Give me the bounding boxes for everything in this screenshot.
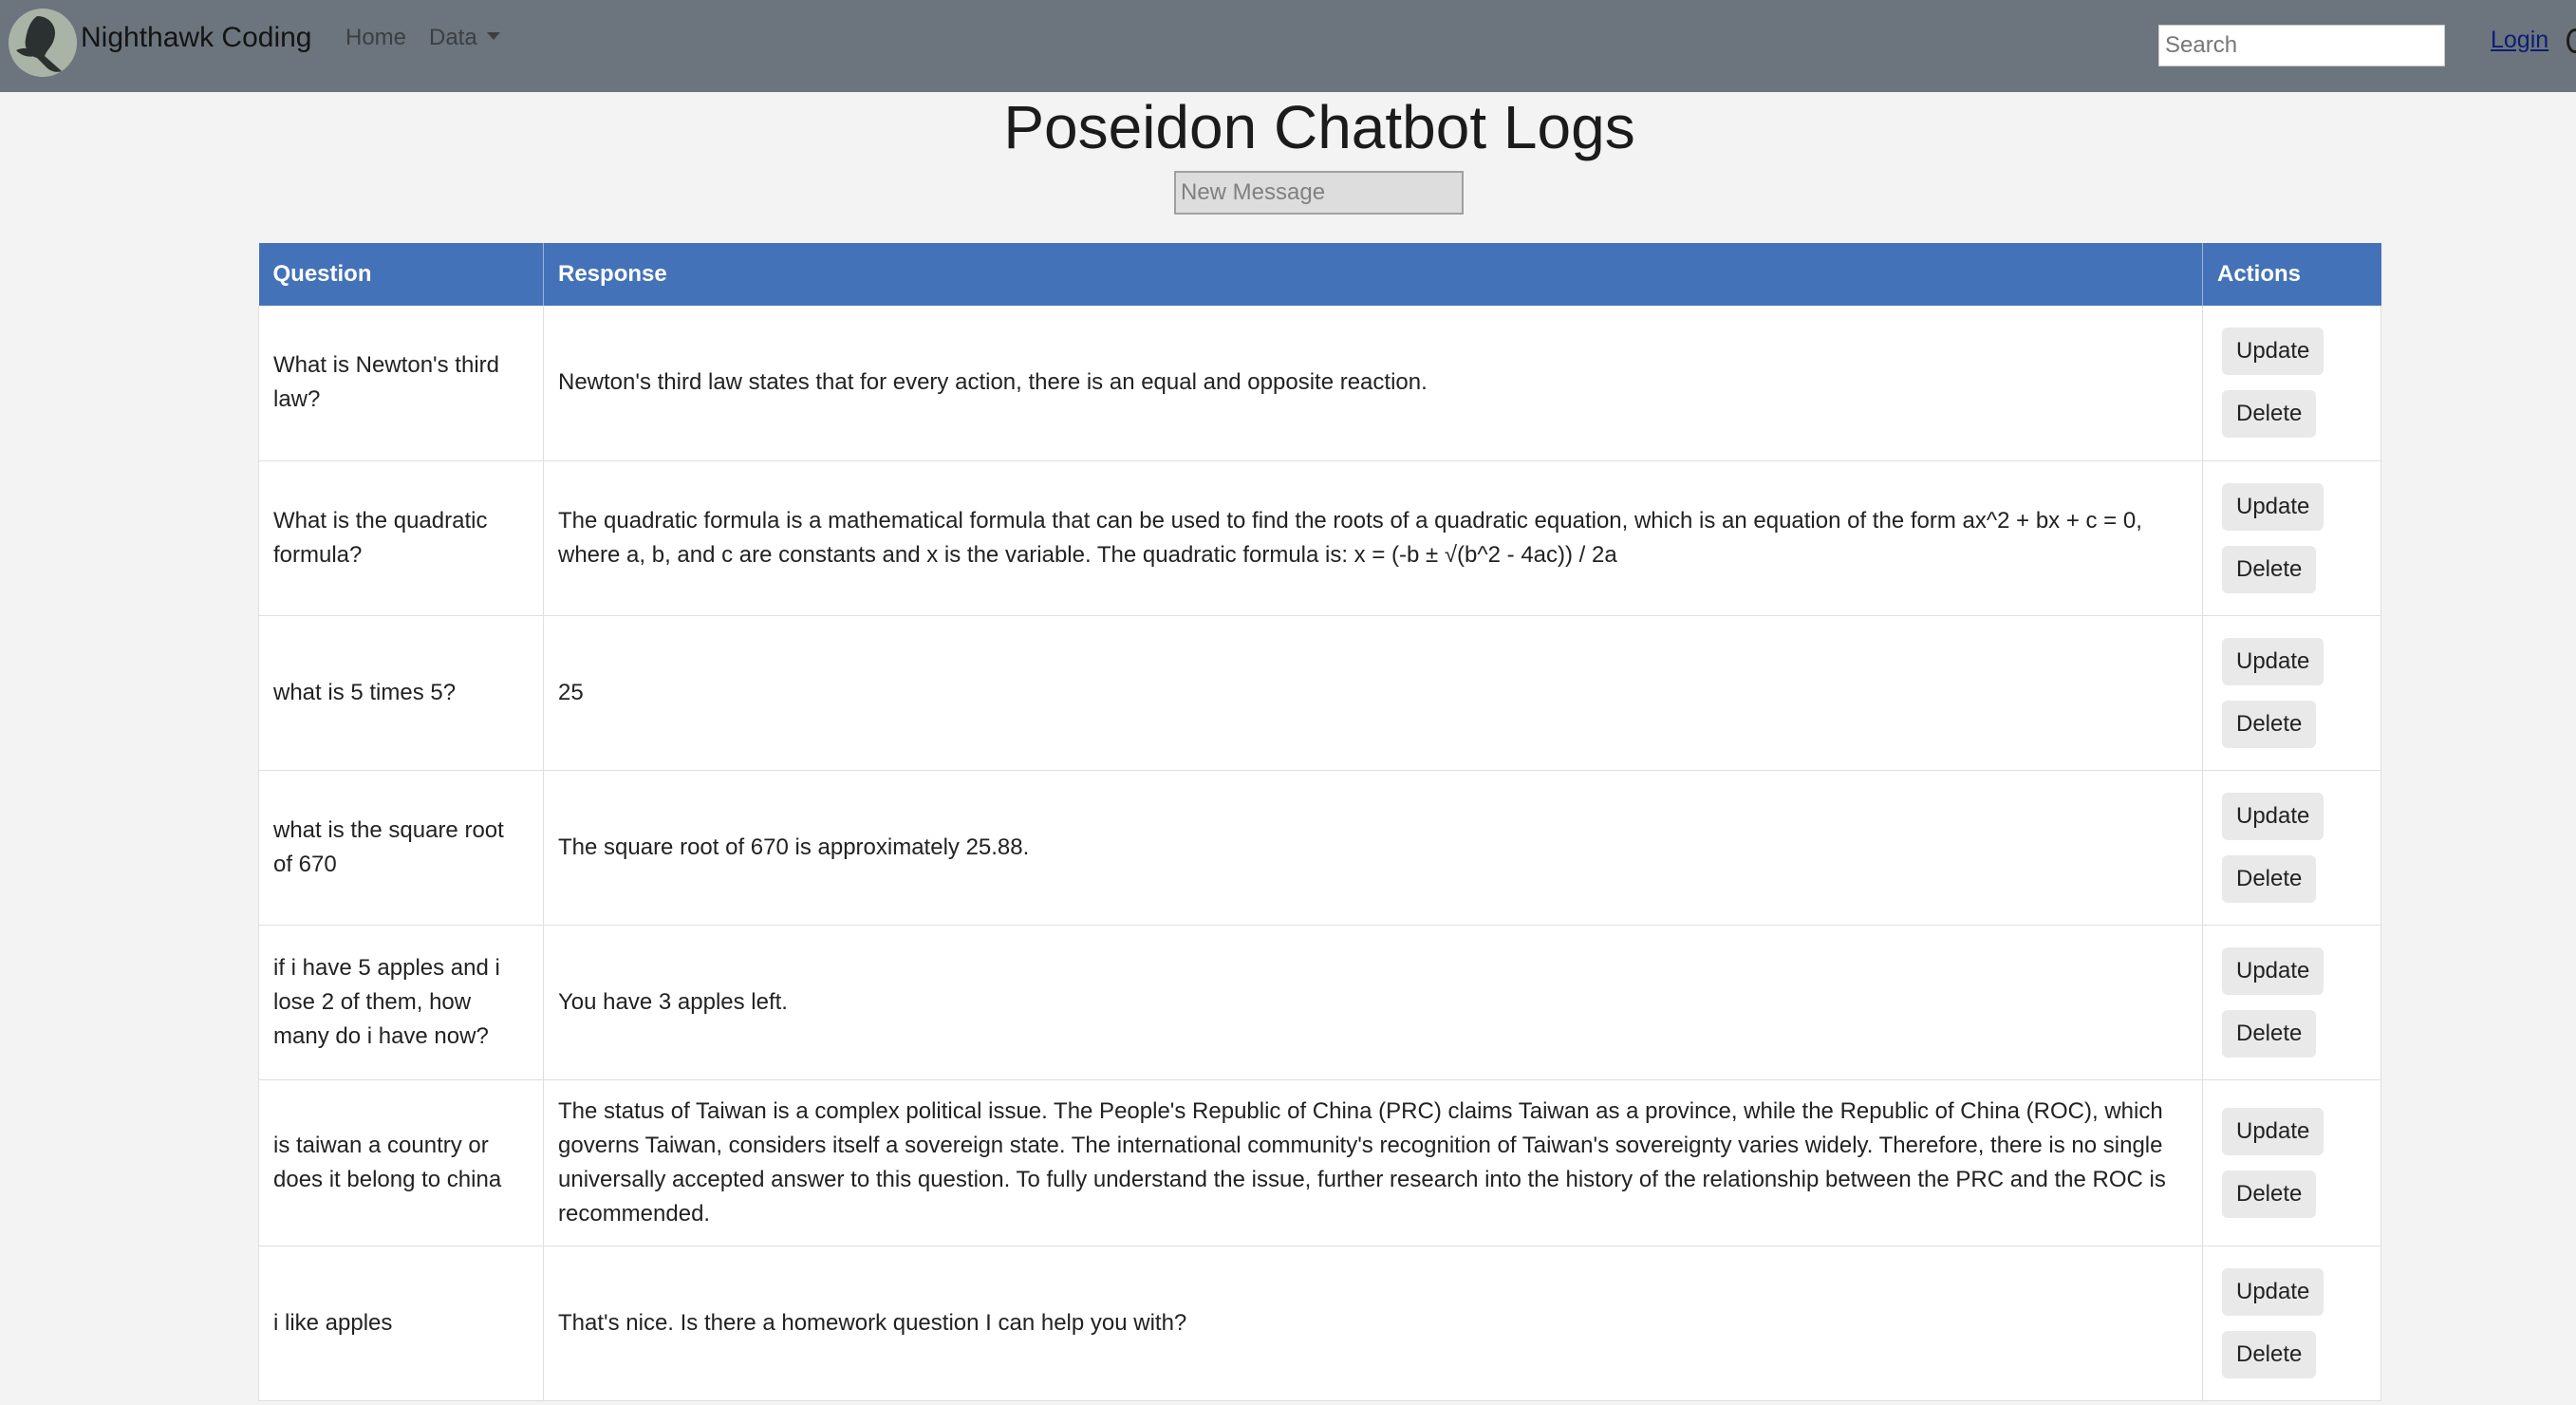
update-button[interactable]: Update: [2222, 637, 2324, 685]
brand-name[interactable]: Nighthawk Coding: [81, 21, 311, 55]
column-header-response: Response: [543, 243, 2203, 306]
actions-cell: Update Delete: [2202, 615, 2381, 771]
update-button[interactable]: Update: [2222, 1107, 2324, 1155]
caret-down-icon: [486, 32, 500, 40]
response-cell: 25: [543, 615, 2203, 771]
delete-button[interactable]: Delete: [2222, 390, 2317, 439]
delete-button[interactable]: Delete: [2222, 545, 2317, 593]
theme-toggle-icon[interactable]: [2567, 28, 2576, 53]
question-cell: is taiwan a country or does it belong to…: [258, 1079, 544, 1246]
chat-log-table: Question Response Actions What is Newton…: [258, 243, 2381, 1401]
update-button[interactable]: Update: [2222, 328, 2324, 376]
question-cell: if i have 5 apples and i lose 2 of them,…: [258, 925, 544, 1080]
question-cell: What is Newton's third law?: [258, 306, 544, 461]
table-row: if i have 5 apples and i lose 2 of them,…: [258, 925, 2381, 1080]
question-cell: what is 5 times 5?: [258, 615, 544, 771]
table-row: what is the square root of 670 The squar…: [258, 770, 2381, 926]
response-cell: The quadratic formula is a mathematical …: [543, 460, 2203, 616]
actions-cell: Update Delete: [2202, 925, 2381, 1080]
actions-cell: Update Delete: [2202, 460, 2381, 616]
question-cell: i like apples: [258, 1246, 544, 1401]
column-header-question: Question: [258, 243, 544, 306]
delete-button[interactable]: Delete: [2222, 854, 2317, 903]
response-cell: That's nice. Is there a homework questio…: [543, 1246, 2203, 1401]
table-row: is taiwan a country or does it belong to…: [258, 1079, 2381, 1246]
delete-button[interactable]: Delete: [2222, 1170, 2317, 1218]
delete-button[interactable]: Delete: [2222, 700, 2317, 748]
response-cell: The square root of 670 is approximately …: [543, 770, 2203, 926]
update-button[interactable]: Update: [2222, 946, 2324, 995]
question-cell: What is the quadratic formula?: [258, 460, 544, 616]
delete-button[interactable]: Delete: [2222, 1330, 2317, 1378]
actions-cell: Update Delete: [2202, 770, 2381, 926]
update-button[interactable]: Update: [2222, 482, 2324, 531]
login-link[interactable]: Login: [2491, 25, 2548, 55]
navbar: Nighthawk Coding Home Data Login: [0, 0, 2576, 92]
table-row: what is 5 times 5? 25 Update Delete: [258, 615, 2381, 771]
actions-cell: Update Delete: [2202, 1246, 2381, 1401]
table-row: What is the quadratic formula? The quadr…: [258, 460, 2381, 616]
actions-cell: Update Delete: [2202, 306, 2381, 461]
column-header-actions: Actions: [2202, 243, 2381, 306]
table-row: i like apples That's nice. Is there a ho…: [258, 1246, 2381, 1401]
nav-data-label: Data: [429, 25, 477, 50]
nighthawk-logo-icon[interactable]: [9, 9, 77, 77]
delete-button[interactable]: Delete: [2222, 1009, 2317, 1058]
response-cell: Newton's third law states that for every…: [543, 306, 2203, 461]
search-input[interactable]: [2158, 25, 2445, 66]
response-cell: You have 3 apples left.: [543, 925, 2203, 1080]
question-cell: what is the square root of 670: [258, 770, 544, 926]
new-message-input[interactable]: [1174, 171, 1464, 215]
table-row: What is Newton's third law? Newton's thi…: [258, 306, 2381, 461]
table-header-row: Question Response Actions: [258, 243, 2381, 306]
nav-home-link[interactable]: Home: [345, 23, 406, 53]
nav-data-dropdown[interactable]: Data: [429, 23, 500, 53]
actions-cell: Update Delete: [2202, 1079, 2381, 1246]
page-title: Poseidon Chatbot Logs: [1003, 93, 1635, 161]
update-button[interactable]: Update: [2222, 792, 2324, 840]
response-cell: The status of Taiwan is a complex politi…: [543, 1079, 2203, 1246]
update-button[interactable]: Update: [2222, 1267, 2324, 1316]
